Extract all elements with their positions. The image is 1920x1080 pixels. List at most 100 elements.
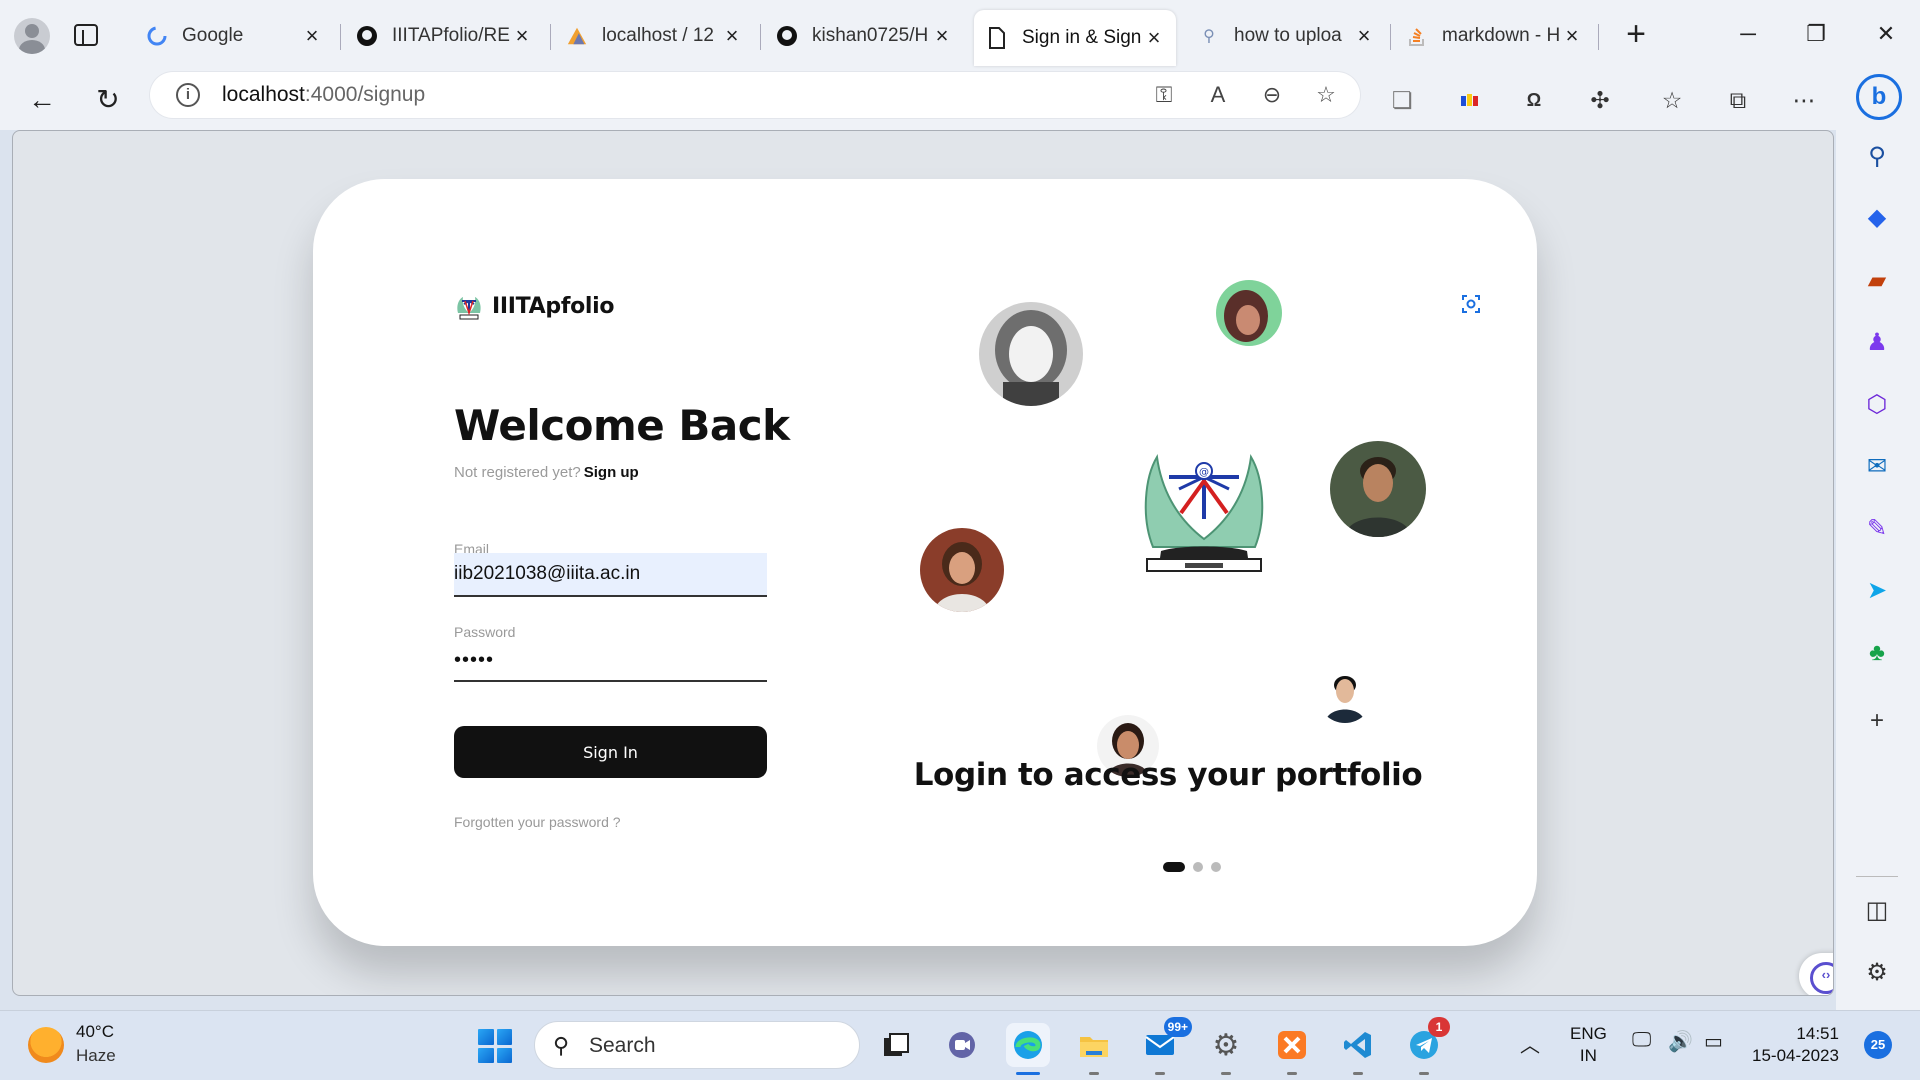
page-title: Welcome Back [454, 401, 790, 450]
key-icon[interactable]: ⚿ [1150, 81, 1178, 109]
start-button-icon[interactable] [478, 1029, 512, 1063]
tab-actions-icon[interactable] [74, 24, 98, 46]
translate-extension-icon[interactable] [1454, 84, 1486, 116]
tab-github-kishan[interactable]: kishan0725/H × [764, 12, 964, 60]
password-field[interactable] [454, 640, 767, 682]
sidebar-tools-icon[interactable]: ▰ [1862, 266, 1892, 296]
add-favorite-icon[interactable]: ☆ [1312, 81, 1340, 109]
profile-avatar-icon[interactable] [14, 18, 50, 54]
minimize-button[interactable]: ─ [1728, 14, 1768, 54]
carousel-dots [1163, 862, 1221, 872]
notification-badge[interactable]: 25 [1864, 1031, 1892, 1059]
carousel-dot[interactable] [1211, 862, 1221, 872]
taskbar-search-placeholder: Search [589, 1034, 656, 1057]
stackoverflow-icon [1406, 25, 1428, 47]
lang-code: ENG [1570, 1024, 1607, 1043]
taskbar-search-box[interactable]: ⚲ Search [534, 1021, 860, 1069]
tab-title: how to uploa [1234, 25, 1342, 46]
weather-haze-icon[interactable] [28, 1027, 64, 1063]
scan-icon[interactable] [1456, 289, 1486, 319]
close-icon[interactable]: × [1144, 25, 1164, 51]
address-bar[interactable]: i localhost:4000/signup ⚿ A ⊖ ☆ [150, 72, 1360, 118]
url-host: localhost [222, 83, 305, 106]
close-icon[interactable]: × [1354, 23, 1374, 49]
network-icon[interactable]: 🖵 [1632, 1029, 1651, 1052]
sidebar-add-icon[interactable]: + [1862, 706, 1892, 736]
avatar-person-green [1216, 280, 1282, 346]
clock-time: 14:51 [1796, 1024, 1839, 1043]
sidebar-toggle-icon[interactable]: ◫ [1862, 896, 1892, 926]
brand[interactable]: IIITApfolio [454, 291, 615, 321]
bing-copilot-icon[interactable]: b [1856, 74, 1902, 120]
extensions-stack-icon[interactable]: ❏ [1386, 84, 1418, 116]
vscode-icon[interactable] [1336, 1023, 1380, 1075]
more-menu-icon[interactable]: ⋯ [1788, 84, 1820, 116]
close-icon[interactable]: × [932, 23, 952, 49]
settings-gear-icon[interactable]: ⚙ [1862, 958, 1892, 988]
weather-temperature[interactable]: 40°C [76, 1022, 114, 1042]
email-field-group: Email [454, 541, 767, 597]
telegram-icon[interactable]: 1 [1402, 1017, 1450, 1075]
tab-google[interactable]: Google × [134, 12, 334, 60]
weather-condition[interactable]: Haze [76, 1046, 116, 1066]
tab-github-readme[interactable]: IIITAPfolio/RE × [344, 12, 544, 60]
tab-signin-active[interactable]: Sign in & Sign × [974, 10, 1176, 66]
sidebar-microsoft365-icon[interactable]: ⬡ [1862, 390, 1892, 420]
back-button[interactable]: ← [22, 80, 62, 120]
tab-markdown[interactable]: markdown - H × [1394, 12, 1594, 60]
favorites-icon[interactable]: ☆ [1656, 84, 1688, 116]
file-explorer-icon[interactable] [1072, 1023, 1116, 1075]
battery-icon[interactable]: ▭ [1704, 1029, 1723, 1054]
sidebar-outlook-icon[interactable]: ✉ [1862, 452, 1892, 482]
address-row: ← ↻ i localhost:4000/signup ⚿ A ⊖ ☆ ❏ Ω … [0, 70, 1920, 130]
refresh-button[interactable]: ↻ [88, 80, 128, 120]
edge-browser-icon[interactable] [1006, 1023, 1050, 1075]
forgot-password-link[interactable]: Forgotten your password ? [454, 814, 621, 830]
sidebar-shopping-icon[interactable]: ◆ [1862, 203, 1892, 233]
sign-in-button[interactable]: Sign In [454, 726, 767, 778]
restore-button[interactable]: ❐ [1796, 14, 1836, 54]
avatar-man-glasses [1317, 667, 1373, 723]
clock[interactable]: 14:51 15-04-2023 [1752, 1023, 1839, 1067]
xampp-icon[interactable] [1270, 1023, 1314, 1075]
close-icon[interactable]: × [302, 23, 322, 49]
edge-sidebar: ⚲ ◆ ▰ ♟ ⬡ ✉ ✎ ➤ ♣ + ◫ ⚙ [1836, 130, 1920, 1010]
signup-link[interactable]: Sign up [584, 464, 639, 481]
sidebar-tree-icon[interactable]: ♣ [1862, 638, 1892, 668]
close-window-button[interactable]: ✕ [1866, 14, 1906, 54]
close-icon[interactable]: × [1562, 23, 1582, 49]
zoom-out-icon[interactable]: ⊖ [1258, 81, 1286, 109]
sidebar-search-icon[interactable]: ⚲ [1862, 142, 1892, 172]
omega-extension-icon[interactable]: Ω [1518, 84, 1550, 116]
collections-icon[interactable]: ⧉ [1722, 84, 1754, 116]
tab-title: Google [182, 25, 244, 46]
chevron-up-icon[interactable]: ︿ [1520, 1029, 1540, 1058]
task-view-icon[interactable] [874, 1023, 918, 1067]
tab-phpmyadmin[interactable]: localhost / 12 × [554, 12, 754, 60]
carousel-dot[interactable] [1193, 862, 1203, 872]
close-icon[interactable]: × [722, 23, 742, 49]
carousel-dot[interactable] [1163, 862, 1185, 872]
tab-how-to-upload[interactable]: ⚲ how to uploa × [1186, 12, 1386, 60]
tab-title: Sign in & Sign [1022, 27, 1142, 48]
extensions-icon[interactable]: ✣ [1584, 84, 1616, 116]
copilot-floating-icon[interactable] [1799, 953, 1833, 995]
teams-chat-icon[interactable] [940, 1023, 984, 1067]
read-aloud-icon[interactable]: A [1204, 81, 1232, 109]
sidebar-designer-icon[interactable]: ✎ [1862, 514, 1892, 544]
sidebar-games-icon[interactable]: ♟ [1862, 328, 1892, 358]
new-tab-button[interactable]: + [1616, 16, 1656, 56]
search-icon: ⚲ [1203, 28, 1215, 45]
password-label: Password [454, 624, 516, 640]
mail-icon[interactable]: 99+ [1138, 1017, 1192, 1075]
input-language[interactable]: ENG IN [1570, 1023, 1607, 1067]
lang-region: IN [1579, 1046, 1597, 1065]
volume-icon[interactable]: 🔊 [1668, 1029, 1693, 1054]
brand-name: IIITApfolio [492, 293, 615, 319]
settings-app-icon[interactable]: ⚙ [1204, 1023, 1248, 1075]
email-field[interactable] [454, 553, 767, 597]
url-text[interactable]: localhost:4000/signup [222, 83, 425, 107]
site-info-icon[interactable]: i [176, 83, 200, 107]
sidebar-send-icon[interactable]: ➤ [1862, 576, 1892, 606]
close-icon[interactable]: × [512, 23, 532, 49]
